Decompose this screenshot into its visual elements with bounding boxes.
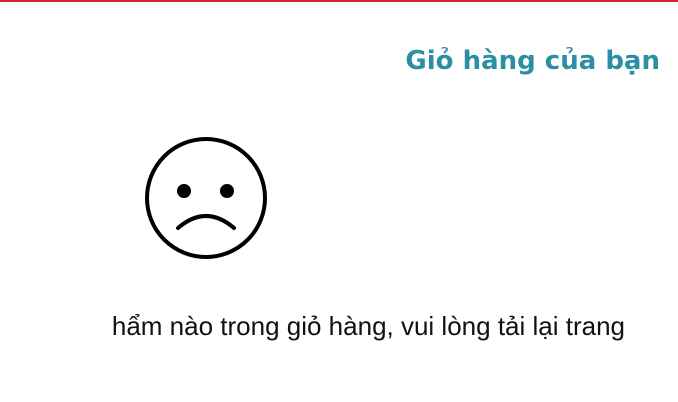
empty-cart-message: hẩm nào trong giỏ hàng, vui lòng tải lại… <box>111 311 625 341</box>
top-accent-line <box>0 0 678 2</box>
sad-face-icon <box>145 137 267 259</box>
cart-title: Giỏ hàng của bạn <box>405 46 660 76</box>
